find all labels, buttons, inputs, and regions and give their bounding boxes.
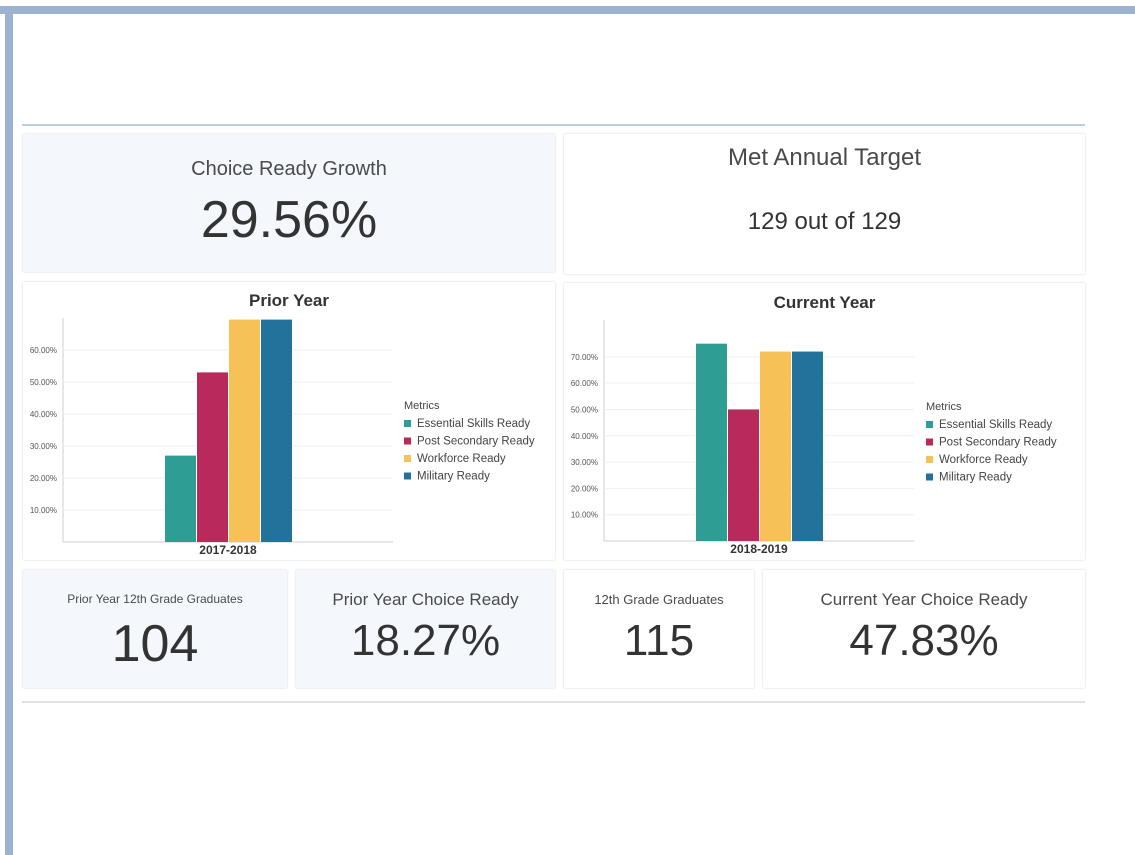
current-year-choice-ready-value: 47.83% [849,616,999,665]
y-tick-label: 50.00% [571,405,598,414]
prior-year-chart-card: Prior Year 10.00% 20.00% 30.00% 40.00% 50.00… [23,282,555,560]
y-tick-label: 60.00% [571,379,598,388]
prior-year-graduates-value: 104 [111,615,199,673]
legend-item-label[interactable]: Workforce Ready [417,453,506,465]
prior-year-choice-ready-card: Prior Year Choice Ready 18.27% [296,570,555,688]
current-year-chart-card: Current Year 10.00% 20.00% 30.00% 40.00% 50.… [564,283,1085,560]
y-tick-label: 40.00% [30,410,57,419]
prior-year-graduates-label: Prior Year 12th Grade Graduates [67,592,243,606]
y-tick-label: 30.00% [571,458,598,467]
prior-year-choice-ready-label: Prior Year Choice Ready [332,590,519,609]
y-tick-label: 20.00% [571,484,598,493]
current-graduates-value: 115 [623,616,695,665]
met-annual-target-label: Met Annual Target [727,144,922,171]
legend-item-label[interactable]: Military Ready [417,471,490,483]
current-year-choice-ready-label: Current Year Choice Ready [820,590,1028,609]
y-tick-label: 40.00% [571,432,598,441]
legend-swatch [926,421,933,428]
x-category-label: 2018-2019 [730,542,788,556]
legend-swatch [404,420,411,427]
dashboard-bottom-divider [22,701,1085,703]
bar-military-ready[interactable] [792,351,823,541]
bar-essential-skills-ready[interactable] [165,455,196,542]
legend-swatch [404,472,411,480]
prior-year-graduates-card: Prior Year 12th Grade Graduates 104 [23,570,287,688]
y-tick-label: 60.00% [30,346,57,355]
legend-item-label[interactable]: Essential Skills Ready [417,418,530,430]
legend-swatch [404,455,411,462]
bar-essential-skills-ready[interactable] [696,343,727,541]
y-tick-label: 70.00% [571,353,598,362]
y-tick-label: 10.00% [30,506,57,515]
met-annual-target-value: 129 out of 129 [747,208,902,235]
bar-military-ready[interactable] [261,319,292,542]
legend-item-label[interactable]: Post Secondary Ready [939,437,1057,449]
legend-item-label[interactable]: Workforce Ready [939,454,1028,466]
bar-post-secondary-ready[interactable] [197,372,228,542]
bar-workforce-ready[interactable] [760,351,791,541]
legend-swatch [404,437,411,445]
legend-swatch [926,473,933,481]
legend-swatch [926,456,933,463]
legend-title: Metrics [404,400,440,412]
legend-item-label[interactable]: Essential Skills Ready [939,419,1052,431]
choice-ready-growth-value: 29.56% [200,191,378,249]
current-year-chart: 10.00% 20.00% 30.00% 40.00% 50.00% 60.00% 70.0… [571,320,1057,556]
x-category-label: 2017-2018 [199,543,257,557]
choice-ready-growth-label: Choice Ready Growth [191,158,387,180]
frame-top-border [0,6,1135,14]
dashboard-top-divider [22,124,1085,126]
current-year-choice-ready-card: Current Year Choice Ready 47.83% [763,570,1085,688]
legend-item-label[interactable]: Post Secondary Ready [417,436,535,448]
current-graduates-card: 12th Grade Graduates 115 [564,570,754,688]
frame-left-border [5,6,13,855]
bar-post-secondary-ready[interactable] [728,409,759,541]
met-annual-target-card: Met Annual Target 129 out of 129 [564,134,1085,274]
prior-year-chart: 10.00% 20.00% 30.00% 40.00% 50.00% 60.00% 2017… [30,318,535,557]
legend-title: Metrics [926,401,962,413]
choice-ready-growth-card: Choice Ready Growth 29.56% [23,134,555,272]
y-tick-label: 20.00% [30,474,57,483]
y-tick-label: 10.00% [571,511,598,520]
current-graduates-label: 12th Grade Graduates [594,592,724,607]
legend-swatch [926,438,933,446]
y-tick-label: 50.00% [30,378,57,387]
legend-item-label[interactable]: Military Ready [939,472,1012,484]
y-tick-label: 30.00% [30,442,57,451]
bar-workforce-ready[interactable] [229,319,260,542]
prior-year-choice-ready-value: 18.27% [350,616,501,665]
